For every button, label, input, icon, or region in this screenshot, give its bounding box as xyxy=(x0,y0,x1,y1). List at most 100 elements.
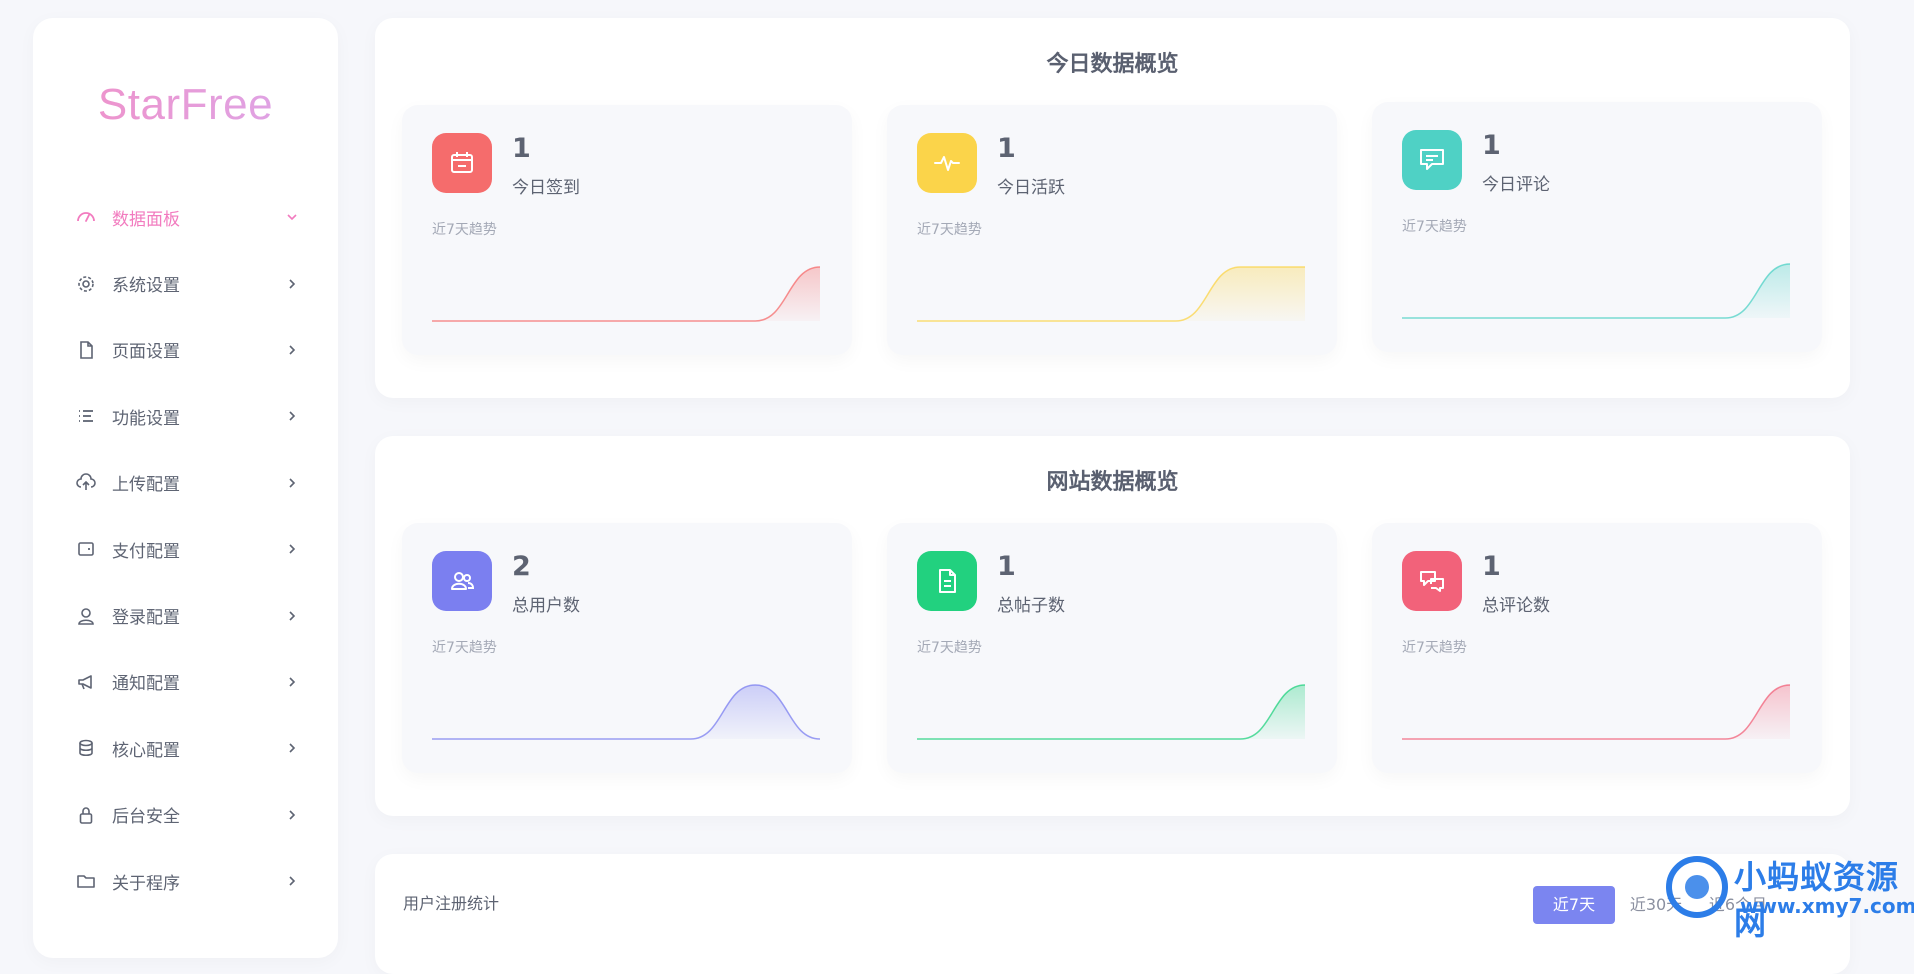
sidebar-item-core-config[interactable]: 核心配置 xyxy=(33,715,338,781)
stat-label: 今日活跃 xyxy=(997,178,1065,198)
trend-label: 近7天趋势 xyxy=(1402,219,1467,235)
sidebar-item-dashboard[interactable]: 数据面板 xyxy=(33,184,338,250)
trend-label: 近7天趋势 xyxy=(1402,640,1467,656)
sidebar-item-label: 关于程序 xyxy=(112,873,180,894)
trend-label: 近7天趋势 xyxy=(917,640,982,656)
trend-sparkline xyxy=(432,266,821,322)
sidebar-item-notification-config[interactable]: 通知配置 xyxy=(33,649,338,715)
sidebar-item-payment-config[interactable]: 支付配置 xyxy=(33,516,338,582)
sidebar-item-upload-config[interactable]: 上传配置 xyxy=(33,450,338,516)
sidebar-item-system-settings[interactable]: 系统设置 xyxy=(33,250,338,316)
sparkline-line xyxy=(1402,263,1791,319)
sidebar-item-about[interactable]: 关于程序 xyxy=(33,848,338,914)
dashboard-gauge-icon xyxy=(75,206,97,228)
stat-value: 1 xyxy=(1482,130,1501,161)
trend-sparkline xyxy=(917,684,1306,740)
sidebar-menu: 数据面板 系统设置 页面设置 功能设置 上传配置 支付配置 登录配置 通知配置 … xyxy=(33,184,338,914)
watermark-logo-icon xyxy=(1666,856,1728,918)
sidebar-item-label: 登录配置 xyxy=(112,608,180,629)
panel-title: 今日数据概览 xyxy=(1046,51,1179,77)
chevron-right-icon xyxy=(289,478,296,488)
sidebar-item-label: 核心配置 xyxy=(112,740,180,761)
stat-label: 总评论数 xyxy=(1482,596,1550,616)
calendar-icon xyxy=(432,133,492,193)
chevron-right-icon xyxy=(289,279,296,289)
sidebar-item-label: 数据面板 xyxy=(112,209,180,230)
sparkline-area xyxy=(917,267,1305,321)
sparkline-line xyxy=(917,684,1306,740)
stat-value: 1 xyxy=(1482,551,1501,582)
sparkline-line xyxy=(432,266,821,322)
stat-value: 1 xyxy=(512,133,531,164)
site-overview-panel: 网站数据概览 2 总用户数 近7天趋势 1 总帖子数 近7天趋势 1 总评论数 … xyxy=(375,436,1850,816)
stat-card-active: 1 今日活跃 近7天趋势 xyxy=(887,105,1337,355)
stat-label: 今日签到 xyxy=(512,178,580,198)
sparkline-area xyxy=(432,267,820,321)
sidebar-item-login-config[interactable]: 登录配置 xyxy=(33,582,338,648)
stat-card-users: 2 总用户数 近7天趋势 xyxy=(402,523,852,773)
sidebar-item-label: 后台安全 xyxy=(112,807,180,828)
chevron-right-icon xyxy=(289,810,296,820)
chevron-right-icon xyxy=(289,411,296,421)
sidebar-item-label: 上传配置 xyxy=(112,475,180,496)
sidebar-item-page-settings[interactable]: 页面设置 xyxy=(33,317,338,383)
trend-sparkline xyxy=(1402,684,1791,740)
sparkline-area xyxy=(432,685,820,739)
chevron-right-icon xyxy=(289,876,296,886)
list-icon xyxy=(75,405,97,427)
lock-icon xyxy=(75,804,97,826)
wallet-icon xyxy=(75,538,97,560)
sidebar: StarFree 数据面板 系统设置 页面设置 功能设置 上传配置 支付配置 登… xyxy=(33,18,338,958)
watermark: 小蚂蚁资源网 www.xmy7.com xyxy=(1662,850,1914,942)
stat-card-checkin: 1 今日签到 近7天趋势 xyxy=(402,105,852,355)
stat-card-posts: 1 总帖子数 近7天趋势 xyxy=(887,523,1337,773)
comments-icon xyxy=(1402,551,1462,611)
panel-title: 网站数据概览 xyxy=(1046,469,1179,495)
stat-card-comments-today: 1 今日评论 近7天趋势 xyxy=(1372,102,1822,352)
post-document-icon xyxy=(917,551,977,611)
database-icon xyxy=(75,737,97,759)
trend-label: 近7天趋势 xyxy=(432,640,497,656)
stat-label: 今日评论 xyxy=(1482,175,1550,195)
stat-label: 总帖子数 xyxy=(997,596,1065,616)
chevron-right-icon xyxy=(289,743,296,753)
chevron-right-icon xyxy=(289,544,296,554)
sidebar-item-label: 通知配置 xyxy=(112,674,180,695)
stat-label: 总用户数 xyxy=(512,596,580,616)
sidebar-item-label: 支付配置 xyxy=(112,541,180,562)
stat-value: 2 xyxy=(512,551,531,582)
chevron-right-icon xyxy=(289,610,296,621)
comment-icon xyxy=(1402,130,1462,190)
tab-7-days[interactable]: 近7天 xyxy=(1533,886,1615,924)
cloud-upload-icon xyxy=(75,472,97,494)
sparkline-line xyxy=(1402,684,1791,740)
registration-stats-title: 用户注册统计 xyxy=(403,894,500,913)
stat-value: 1 xyxy=(997,551,1016,582)
sidebar-item-feature-settings[interactable]: 功能设置 xyxy=(33,383,338,449)
sparkline-area xyxy=(1402,264,1790,318)
users-icon xyxy=(432,551,492,611)
trend-label: 近7天趋势 xyxy=(917,222,982,238)
gear-icon xyxy=(75,273,97,295)
chevron-down-icon xyxy=(287,214,297,221)
trend-label: 近7天趋势 xyxy=(432,222,497,238)
trend-sparkline xyxy=(917,266,1305,322)
folder-icon xyxy=(75,870,97,892)
sidebar-item-label: 系统设置 xyxy=(112,276,180,297)
registration-stats-panel: 用户注册统计 近7天 近30天 近6个月 xyxy=(375,854,1850,974)
trend-sparkline xyxy=(432,684,821,740)
trend-sparkline xyxy=(1402,263,1791,319)
watermark-url: www.xmy7.com xyxy=(1740,894,1914,918)
chevron-right-icon xyxy=(289,345,296,355)
chevron-right-icon xyxy=(289,677,296,687)
sidebar-item-label: 功能设置 xyxy=(112,408,180,429)
stat-value: 1 xyxy=(997,133,1016,164)
activity-pulse-icon xyxy=(917,133,977,193)
user-icon xyxy=(75,605,97,627)
sidebar-item-admin-security[interactable]: 后台安全 xyxy=(33,782,338,848)
megaphone-icon xyxy=(75,671,97,693)
sidebar-item-label: 页面设置 xyxy=(112,342,180,363)
sparkline-area xyxy=(1402,685,1790,739)
app-logo[interactable]: StarFree xyxy=(33,80,338,130)
sparkline-area xyxy=(917,685,1305,739)
